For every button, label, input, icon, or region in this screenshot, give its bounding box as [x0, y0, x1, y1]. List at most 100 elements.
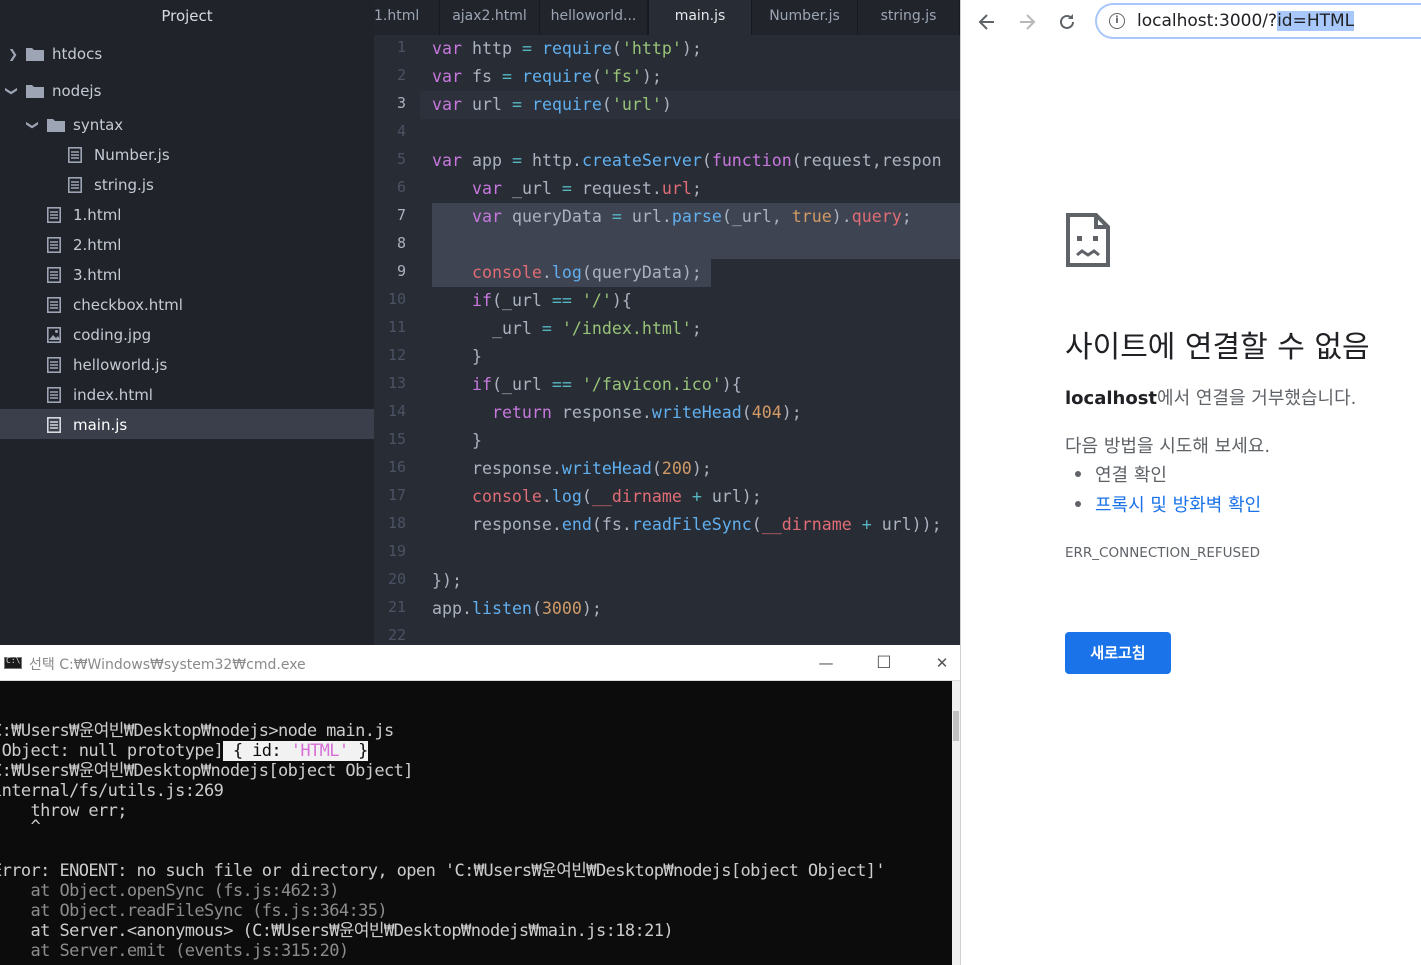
line-number: 2: [396, 66, 406, 84]
console-line: Error: ENOENT: no such file or directory…: [0, 861, 886, 881]
suggestion-proxy-firewall-link[interactable]: 프록시 및 방화벽 확인: [1074, 491, 1261, 517]
tree-file-2-html[interactable]: 2.html: [0, 230, 374, 260]
file-text-icon: [47, 417, 61, 433]
project-panel-title: Project: [161, 7, 213, 25]
tab-helloworld-js[interactable]: helloworld...: [540, 0, 648, 35]
line-number: 1: [396, 38, 406, 56]
error-title: 사이트에 연결할 수 없음: [1065, 330, 1370, 365]
code-line[interactable]: response.end(fs.readFileSync(__dirname +…: [432, 511, 942, 539]
minimize-button[interactable]: —: [811, 650, 841, 676]
console-text: { id:: [232, 741, 291, 761]
code-line[interactable]: var queryData = url.parse(_url, true).qu…: [432, 203, 912, 231]
cmd-title-bar[interactable]: C:\ 선택 C:₩Windows₩system32₩cmd.exe — ☐ ✕: [0, 645, 960, 681]
suggestion-check-connection: 연결 확인: [1075, 461, 1167, 487]
code-line[interactable]: var app = http.createServer(function(req…: [432, 147, 942, 175]
line-number: 19: [387, 542, 406, 560]
address-bar-url[interactable]: localhost:3000/?id=HTML: [1137, 11, 1355, 31]
line-number: 13: [387, 374, 406, 392]
tree-file-index-html[interactable]: index.html: [0, 380, 374, 410]
file-text-icon: [47, 297, 61, 313]
line-number-gutter: 1 2 3 4 5 6 7 8 9 10 11 12 13 14 15 16 17 18 19 20 21 22: [374, 35, 420, 645]
chevron-down-icon[interactable]: ❯: [18, 118, 48, 132]
tab-1-html[interactable]: 1.html: [374, 0, 440, 35]
tree-file-1-html[interactable]: 1.html: [0, 200, 374, 230]
chevron-right-icon[interactable]: ❯: [6, 39, 20, 69]
folder-open-icon: [26, 85, 44, 98]
code-line[interactable]: }: [432, 343, 482, 371]
code-line[interactable]: console.log(__dirname + url);: [432, 483, 762, 511]
file-text-icon: [47, 237, 61, 253]
line-number: 14: [387, 402, 406, 420]
line-number: 3: [396, 94, 406, 112]
folder-open-icon: [47, 119, 65, 132]
console-text: }: [348, 741, 368, 761]
line-number: 8: [396, 234, 406, 252]
reload-icon[interactable]: [1053, 8, 1081, 36]
tree-item-label: 1.html: [73, 206, 122, 224]
close-button[interactable]: ✕: [927, 650, 957, 676]
line-number: 16: [387, 458, 406, 476]
maximize-button[interactable]: ☐: [869, 650, 899, 676]
cmd-console-output[interactable]: C:₩Users₩윤여빈₩Desktop₩nodejs>node main.js…: [0, 681, 952, 965]
site-info-icon[interactable]: i: [1109, 13, 1125, 29]
code-line[interactable]: var url = require('url'): [432, 91, 672, 119]
error-suggestions-heading: 다음 방법을 시도해 보세요.: [1065, 436, 1271, 457]
code-line[interactable]: if(_url == '/'){: [432, 287, 632, 315]
code-line[interactable]: response.writeHead(200);: [432, 455, 712, 483]
tree-file-coding-jpg[interactable]: coding.jpg: [0, 320, 374, 350]
tree-item-label: index.html: [73, 386, 153, 404]
console-text: [Object: null prototype]: [0, 741, 224, 761]
error-code: ERR_CONNECTION_REFUSED: [1065, 545, 1260, 561]
tree-file-string-js[interactable]: string.js: [0, 170, 374, 200]
console-line: at Object.readFileSync (fs.js:364:35): [0, 901, 388, 921]
back-arrow-icon[interactable]: [973, 8, 1001, 36]
code-editor[interactable]: 1.html ajax2.html helloworld... main.js …: [374, 0, 960, 645]
tab-ajax2-html[interactable]: ajax2.html: [440, 0, 540, 35]
line-number: 4: [396, 122, 406, 140]
cmd-window[interactable]: C:\ 선택 C:₩Windows₩system32₩cmd.exe — ☐ ✕…: [0, 645, 960, 965]
tree-item-label: checkbox.html: [73, 296, 183, 314]
console-selected-text: { id: 'HTML' }: [223, 741, 368, 761]
chevron-down-icon[interactable]: ❯: [0, 84, 27, 98]
code-line[interactable]: });: [432, 567, 462, 595]
project-tree-panel: Project ❯ htdocs ❯ nodejs ❯ syntax Numbe…: [0, 0, 374, 645]
error-description: localhost에서 연결을 거부했습니다.: [1065, 384, 1356, 410]
cmd-scrollbar[interactable]: [952, 681, 960, 965]
file-text-icon: [47, 387, 61, 403]
tab-main-js[interactable]: main.js: [648, 0, 752, 35]
code-line[interactable]: var http = require('http');: [432, 35, 702, 63]
tree-file-3-html[interactable]: 3.html: [0, 260, 374, 290]
tree-file-checkbox-html[interactable]: checkbox.html: [0, 290, 374, 320]
tab-string-js[interactable]: string.js: [858, 0, 960, 35]
tree-folder-nodejs[interactable]: ❯ nodejs: [0, 76, 374, 106]
tree-file-number-js[interactable]: Number.js: [0, 140, 374, 170]
tab-number-js[interactable]: Number.js: [752, 0, 858, 35]
code-line[interactable]: var fs = require('fs');: [432, 63, 662, 91]
line-number: 15: [387, 430, 406, 448]
tree-folder-syntax[interactable]: ❯ syntax: [0, 110, 374, 140]
code-line[interactable]: }: [432, 427, 482, 455]
tree-file-main-js[interactable]: main.js: [0, 410, 374, 440]
tree-folder-htdocs[interactable]: ❯ htdocs: [0, 39, 374, 69]
cmd-window-title: 선택 C:₩Windows₩system32₩cmd.exe: [29, 657, 306, 673]
sad-page-icon: [1066, 213, 1110, 267]
code-line[interactable]: app.listen(3000);: [432, 595, 602, 623]
line-number: 9: [396, 262, 406, 280]
line-number: 10: [387, 290, 406, 308]
forward-arrow-icon[interactable]: [1013, 8, 1041, 36]
tree-file-helloworld-js[interactable]: helloworld.js: [0, 350, 374, 380]
console-line: ^: [30, 817, 41, 837]
address-bar[interactable]: i localhost:3000/?id=HTML: [1095, 3, 1421, 39]
console-line: C:₩Users₩윤여빈₩Desktop₩nodejs[object Objec…: [0, 761, 413, 781]
code-line[interactable]: if(_url == '/favicon.ico'){: [432, 371, 742, 399]
tree-item-label: string.js: [94, 176, 154, 194]
code-line[interactable]: return response.writeHead(404);: [432, 399, 802, 427]
code-line[interactable]: _url = '/index.html';: [432, 315, 702, 343]
scrollbar-thumb[interactable]: [953, 711, 959, 741]
folder-icon: [26, 48, 44, 61]
tree-item-label: syntax: [73, 116, 124, 134]
reload-button[interactable]: 새로고침: [1065, 632, 1171, 674]
code-line[interactable]: var _url = request.url;: [432, 175, 702, 203]
console-string-value: 'HTML': [290, 741, 349, 761]
code-line[interactable]: console.log(queryData);: [432, 259, 702, 287]
